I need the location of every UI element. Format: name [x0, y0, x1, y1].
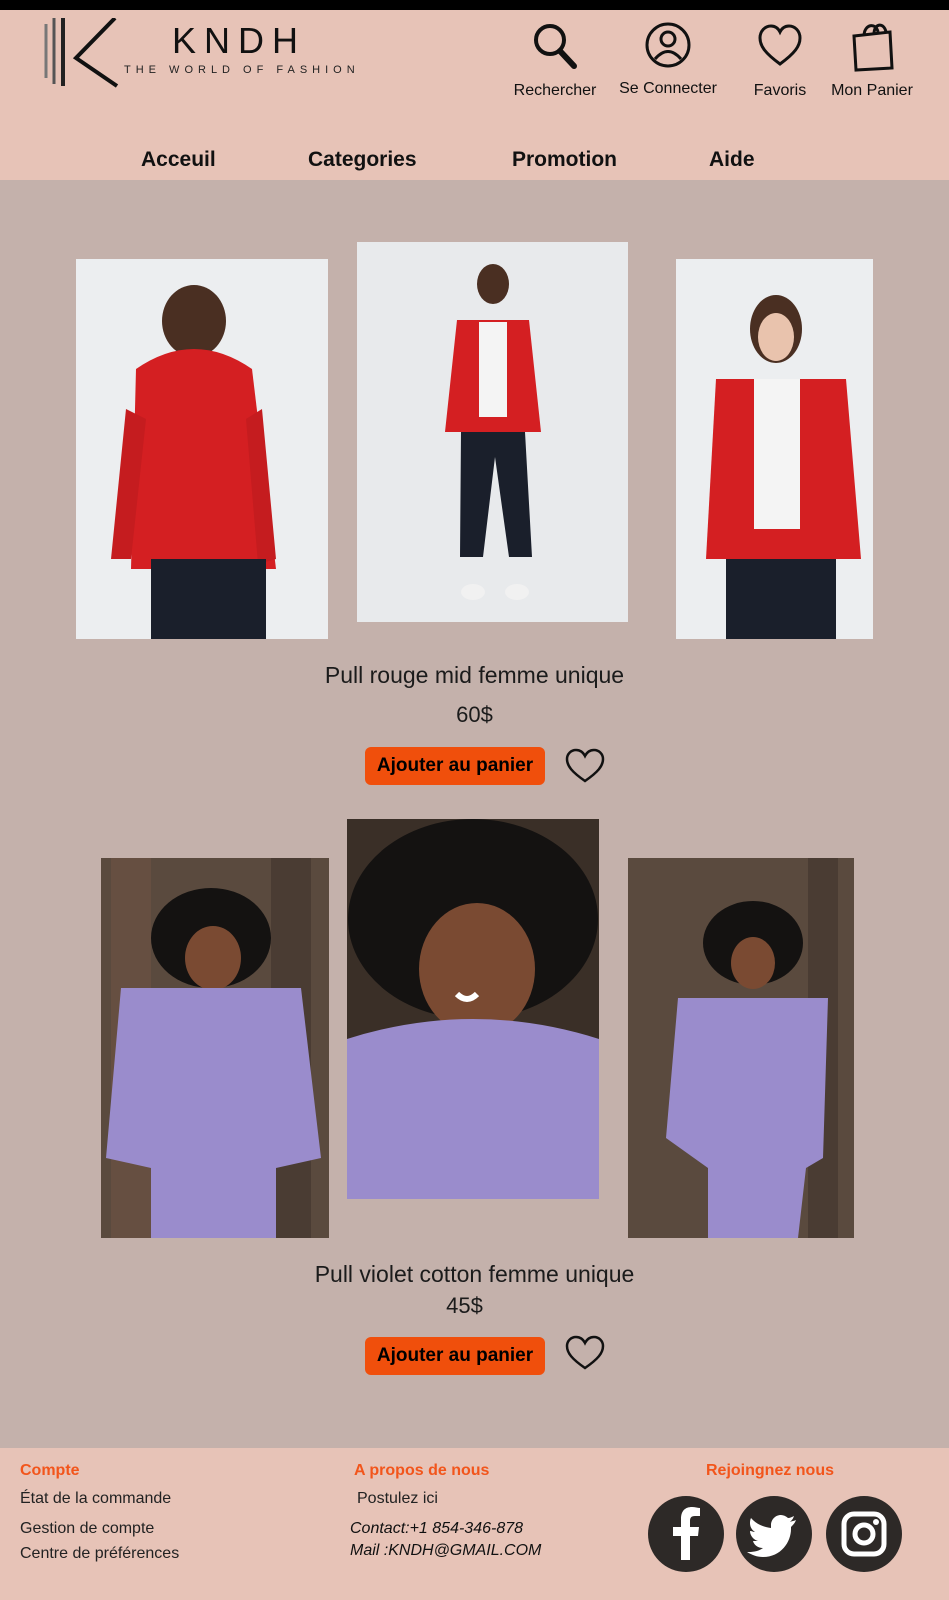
cart-label: Mon Panier: [831, 82, 913, 99]
red-jacket-side-image: [676, 259, 873, 639]
login-button[interactable]: Se Connecter: [613, 20, 723, 98]
instagram-button[interactable]: [826, 1496, 902, 1572]
red-jacket-back-image: [76, 259, 328, 639]
top-black-bar: [0, 0, 949, 10]
footer-about-heading: A propos de nous: [354, 1462, 490, 1479]
search-label: Rechercher: [513, 82, 597, 99]
product-1-photo-front[interactable]: [357, 242, 628, 622]
footer-contact-mail[interactable]: Mail :KNDH@GMAIL.COM: [350, 1542, 541, 1560]
heart-icon: [758, 24, 802, 66]
product-2-photo-right[interactable]: [628, 858, 854, 1238]
product-2-photo-center[interactable]: [347, 819, 599, 1199]
site-footer: Compte État de la commande Gestion de co…: [0, 1448, 949, 1600]
user-icon: [645, 22, 691, 68]
main-nav: Acceuil Categories Promotion Aide: [0, 138, 949, 178]
facebook-icon: [673, 1507, 700, 1560]
footer-social-heading: Rejoingnez nous: [706, 1462, 834, 1479]
site-logo[interactable]: KNDH THE WORLD OF FASHION: [42, 16, 362, 90]
product-2-photo-left[interactable]: [101, 858, 329, 1238]
heart-icon: [565, 1335, 605, 1370]
site-header: KNDH THE WORLD OF FASHION Rechercher Se …: [0, 10, 949, 180]
facebook-button[interactable]: [648, 1496, 724, 1572]
twitter-icon: [747, 1515, 796, 1557]
product-1-price: 60$: [456, 702, 493, 727]
product-1-favorite-button[interactable]: [565, 748, 605, 784]
twitter-button[interactable]: [736, 1496, 812, 1572]
footer-link-preferences[interactable]: Centre de préférences: [20, 1545, 179, 1563]
product-2-price: 45$: [446, 1293, 483, 1318]
product-2-title[interactable]: Pull violet cotton femme unique: [0, 1261, 949, 1288]
product-1-title[interactable]: Pull rouge mid femme unique: [0, 662, 949, 689]
violet-hoodie-left-image: [101, 858, 329, 1238]
search-button[interactable]: Rechercher: [510, 20, 600, 100]
nav-item-acceuil[interactable]: Acceuil: [141, 148, 216, 172]
cart-button[interactable]: Mon Panier: [822, 20, 922, 100]
product-2-favorite-button[interactable]: [565, 1335, 605, 1371]
violet-hoodie-closeup-image: [347, 819, 599, 1199]
product-1-photo-side[interactable]: [676, 259, 873, 639]
favorites-label: Favoris: [753, 82, 807, 99]
footer-link-apply[interactable]: Postulez ici: [357, 1490, 438, 1508]
nav-item-aide[interactable]: Aide: [709, 148, 755, 172]
footer-contact-phone: Contact:+1 854-346-878: [350, 1520, 524, 1537]
search-icon: [534, 24, 577, 69]
footer-account-heading: Compte: [20, 1462, 80, 1479]
login-label: Se Connecter: [619, 80, 717, 97]
red-jacket-front-image: [357, 242, 628, 622]
footer-link-account-management[interactable]: Gestion de compte: [20, 1520, 154, 1538]
logo-brand-text: KNDH: [172, 20, 307, 61]
violet-hoodie-right-image: [628, 858, 854, 1238]
footer-link-order-status[interactable]: État de la commande: [20, 1490, 171, 1508]
shopping-bag-icon: [852, 23, 894, 72]
nav-item-categories[interactable]: Categories: [308, 148, 417, 172]
favorites-button[interactable]: Favoris: [740, 20, 820, 100]
logo-tagline: THE WORLD OF FASHION: [124, 64, 360, 76]
product-2-add-to-cart-button[interactable]: Ajouter au panier: [365, 1337, 545, 1375]
nav-item-promotion[interactable]: Promotion: [512, 148, 617, 172]
product-1-photo-back[interactable]: [76, 259, 328, 639]
product-1-add-to-cart-button[interactable]: Ajouter au panier: [365, 747, 545, 785]
heart-icon: [565, 748, 605, 783]
instagram-icon: [841, 1511, 887, 1557]
logo-k-mark: [44, 16, 119, 88]
